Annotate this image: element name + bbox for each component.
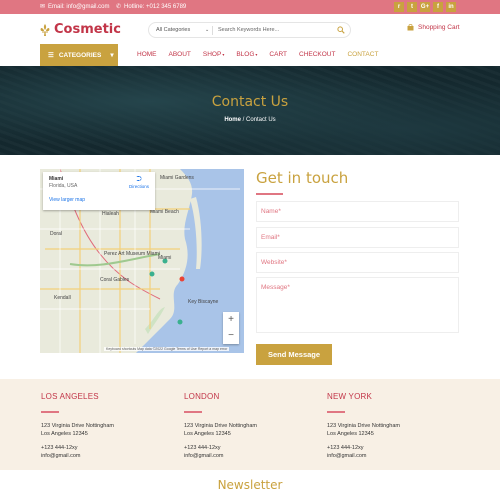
page-title: Contact Us [211, 94, 289, 110]
shopping-cart-link[interactable]: Shopping Cart [407, 24, 460, 31]
twitter-icon[interactable]: t [407, 2, 417, 12]
office-email[interactable]: info@gmail.com [41, 452, 114, 460]
chevron-down-icon: ⌄ [205, 27, 210, 33]
nav-blog[interactable]: BLOG [236, 51, 257, 58]
office-card: NEW YORK 123 Virginia Drive Nottingham L… [327, 392, 400, 460]
linkedin-icon[interactable]: in [446, 2, 456, 12]
nav-shop[interactable]: SHOP [203, 51, 224, 58]
google-map-embed[interactable]: Hialeah Miami Beach Miami Coral Gables P… [40, 169, 244, 353]
offices-section: LOS ANGELES 123 Virginia Drive Nottingha… [0, 379, 500, 470]
office-underline [184, 411, 202, 413]
topbar-email-text: Email: info@gmail.com [48, 4, 110, 10]
office-underline [41, 411, 59, 413]
send-message-button[interactable]: Send Message [256, 344, 332, 365]
office-address-line2: Los Angeles 12345 [327, 431, 374, 437]
map-label: Key Biscayne [188, 299, 219, 305]
top-bar: ✉ Email: info@gmail.com ✆ Hotline: +012 … [0, 0, 500, 14]
office-address-line2: Los Angeles 12345 [184, 431, 231, 437]
email-field[interactable]: Email* [256, 227, 459, 248]
zoom-in-button[interactable]: + [223, 312, 239, 328]
contact-form-title: Get in touch [256, 169, 349, 187]
message-textarea[interactable]: Message* [256, 277, 459, 333]
google-plus-icon[interactable]: G+ [420, 2, 430, 12]
map-label: Coral Gables [100, 277, 130, 283]
map-label: Miami Gardens [160, 175, 194, 181]
office-address-line1: 123 Virginia Drive Nottingham [327, 423, 400, 429]
chevron-down-icon: ▾ [110, 52, 114, 59]
search-divider [212, 26, 213, 35]
search-bar: All Categories ⌄ Search Keywords Here... [148, 22, 351, 38]
office-city: LOS ANGELES [41, 392, 99, 401]
page-hero-banner: Contact Us Home / Contact Us [0, 66, 500, 155]
office-address-line1: 123 Virginia Drive Nottingham [41, 423, 114, 429]
breadcrumb-home-link[interactable]: Home [224, 117, 241, 123]
phone-icon: ✆ [116, 4, 122, 10]
topbar-hotline-text: Hotline: +012 345 6789 [124, 4, 187, 10]
site-logo[interactable]: Cosmetic [40, 22, 121, 37]
map-zoom-control: + − [223, 312, 239, 344]
office-email[interactable]: info@gmail.com [184, 452, 257, 460]
newsletter-heading: Newsletter [217, 478, 283, 492]
cart-label: Shopping Cart [418, 24, 460, 31]
map-label: Perez Art Museum Miami [104, 251, 160, 257]
map-label: Kendall [54, 295, 71, 301]
title-underline [256, 193, 283, 195]
nav-contact[interactable]: CONTACT [347, 51, 378, 58]
office-city: NEW YORK [327, 392, 373, 401]
rss-icon[interactable]: r [394, 2, 404, 12]
directions-button[interactable]: ⮊ Directions [129, 176, 149, 189]
menu-icon: ☰ [48, 52, 54, 59]
office-card: LOS ANGELES 123 Virginia Drive Nottingha… [41, 392, 114, 460]
office-address-line2: Los Angeles 12345 [41, 431, 88, 437]
envelope-icon: ✉ [40, 4, 46, 10]
categories-label: CATEGORIES [58, 51, 102, 59]
breadcrumb-current: Contact Us [246, 117, 276, 123]
office-card: LONDON 123 Virginia Drive Nottingham Los… [184, 392, 257, 460]
fleur-de-lis-icon [40, 23, 50, 36]
search-category-select[interactable]: All Categories [156, 27, 190, 33]
topbar-email[interactable]: ✉ Email: info@gmail.com [40, 0, 109, 14]
facebook-icon[interactable]: f [433, 2, 443, 12]
view-larger-map-link[interactable]: View larger map [49, 197, 149, 203]
zoom-out-button[interactable]: − [223, 328, 239, 344]
breadcrumb-separator: / [242, 117, 245, 123]
brand-name: Cosmetic [54, 22, 121, 37]
map-label: Hialeah [102, 211, 119, 217]
map-attribution: Keyboard shortcuts Map data ©2022 Google… [104, 347, 230, 351]
name-field[interactable]: Name* [256, 201, 459, 222]
office-underline [327, 411, 345, 413]
directions-label: Directions [128, 184, 149, 189]
nav-about[interactable]: ABOUT [169, 51, 191, 58]
nav-home[interactable]: HOME [137, 51, 157, 58]
categories-button[interactable]: ☰ CATEGORIES ▾ [40, 44, 118, 66]
map-place-card: Miami Florida, USA View larger map ⮊ Dir… [43, 172, 155, 210]
directions-icon: ⮊ [136, 176, 142, 183]
search-input[interactable]: Search Keywords Here... [218, 27, 279, 33]
website-field[interactable]: Website* [256, 252, 459, 273]
map-label: Miami [158, 255, 172, 261]
bag-icon [407, 24, 414, 31]
nav-cart[interactable]: CART [269, 51, 287, 58]
nav-checkout[interactable]: CHECKOUT [299, 51, 335, 58]
office-phone[interactable]: +123 444-12xy [184, 444, 257, 452]
breadcrumb: Home / Contact Us [0, 117, 500, 123]
office-phone[interactable]: +123 444-12xy [327, 444, 400, 452]
topbar-hotline[interactable]: ✆ Hotline: +012 345 6789 [116, 0, 186, 14]
office-email[interactable]: info@gmail.com [327, 452, 400, 460]
search-icon[interactable] [337, 26, 345, 34]
office-city: LONDON [184, 392, 220, 401]
office-phone[interactable]: +123 444-12xy [41, 444, 114, 452]
map-label: Doral [50, 231, 62, 237]
office-address-line1: 123 Virginia Drive Nottingham [184, 423, 257, 429]
main-nav: HOME ABOUT SHOP BLOG CART CHECKOUT CONTA… [137, 51, 378, 58]
